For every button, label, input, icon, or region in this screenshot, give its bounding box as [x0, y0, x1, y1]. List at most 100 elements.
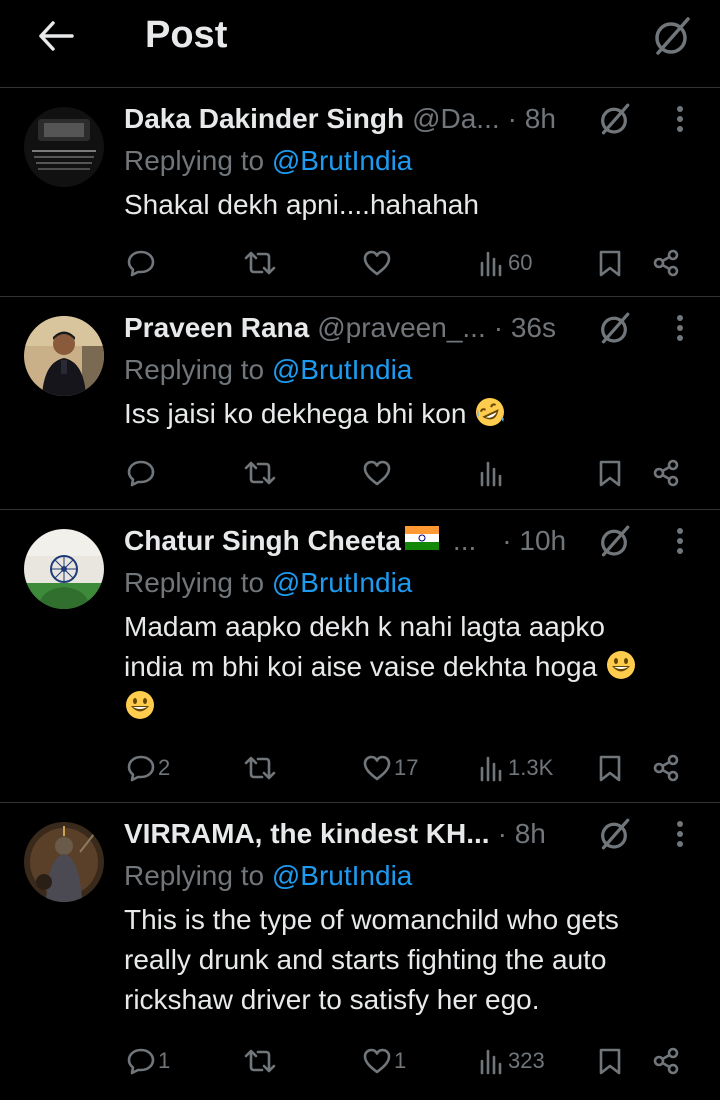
timestamp[interactable]: · 10h — [502, 525, 566, 557]
reply-text: This is the type of womanchild who gets … — [124, 900, 694, 1020]
repost-button[interactable] — [244, 748, 278, 788]
views-button[interactable] — [478, 453, 508, 493]
display-name[interactable]: Chatur Singh Cheeta — [124, 525, 401, 557]
reply-icon — [126, 249, 156, 277]
bookmark-icon[interactable] — [598, 243, 622, 283]
replying-to: Replying to @BrutIndia — [124, 354, 412, 386]
reply-item[interactable]: Daka Dakinder Singh @Da... · 8h Replying… — [0, 89, 720, 297]
reply-item[interactable]: VIRRAMA, the kindest KH... · 8h Replying… — [0, 804, 720, 1100]
views-button[interactable]: 60 — [478, 243, 532, 283]
display-name[interactable]: VIRRAMA, the kindest KH... — [124, 818, 490, 850]
share-icon[interactable] — [652, 748, 680, 788]
mention-link[interactable]: @BrutIndia — [272, 860, 413, 891]
avatar[interactable] — [24, 316, 104, 396]
handle[interactable]: ... — [453, 525, 476, 557]
avatar[interactable] — [24, 107, 104, 187]
grok-icon[interactable] — [594, 101, 634, 137]
bookmark-icon[interactable] — [598, 453, 622, 493]
like-button[interactable]: 1 — [362, 1041, 406, 1081]
avatar[interactable] — [24, 529, 104, 609]
author-row: Chatur Singh Cheeta ... · 10h — [124, 521, 584, 561]
replying-to: Replying to @BrutIndia — [124, 860, 412, 892]
reply-text: Madam aapko dekh k nahi lagta aapko indi… — [124, 607, 694, 727]
reply-button[interactable] — [126, 453, 158, 493]
display-name[interactable]: Daka Dakinder Singh — [124, 103, 404, 135]
avatar[interactable] — [24, 822, 104, 902]
share-icon[interactable] — [652, 243, 680, 283]
views-count: 1.3K — [508, 755, 554, 780]
views-count: 323 — [508, 1048, 545, 1073]
share-icon[interactable] — [652, 453, 680, 493]
more-vertical-icon[interactable] — [664, 101, 696, 137]
like-count: 17 — [394, 755, 419, 780]
views-button[interactable]: 323 — [478, 1041, 545, 1081]
author-row: VIRRAMA, the kindest KH... · 8h — [124, 814, 584, 854]
india-flag-icon — [404, 525, 439, 557]
display-name[interactable]: Praveen Rana — [124, 312, 309, 344]
back-arrow-icon[interactable] — [34, 16, 78, 56]
page-title: Post — [145, 14, 228, 56]
reply-icon — [126, 754, 156, 782]
like-icon — [362, 754, 392, 782]
grok-icon[interactable] — [594, 816, 634, 852]
repost-icon — [244, 459, 276, 487]
timestamp[interactable]: · 36s — [494, 312, 556, 344]
like-count: 1 — [394, 1048, 407, 1073]
like-button[interactable] — [362, 453, 394, 493]
reply-button[interactable]: 1 — [126, 1041, 170, 1081]
author-row: Praveen Rana @praveen_... · 36s — [124, 308, 584, 348]
reply-text: Shakal dekh apni....hahahah — [124, 189, 479, 220]
like-icon — [362, 249, 392, 277]
repost-button[interactable] — [244, 453, 278, 493]
reply-item[interactable]: Praveen Rana @praveen_... · 36s Replying… — [0, 298, 720, 510]
action-bar: 2 17 1.3K — [0, 748, 720, 788]
reply-icon — [126, 459, 156, 487]
timestamp[interactable]: · 8h — [508, 103, 556, 135]
reply-icon — [126, 1047, 156, 1075]
handle[interactable]: @praveen_... — [317, 312, 486, 344]
reply-text-line: Madam aapko dekh k nahi lagta aapko — [124, 611, 605, 642]
repost-icon — [244, 1047, 276, 1075]
like-button[interactable] — [362, 243, 394, 283]
views-button[interactable]: 1.3K — [478, 748, 553, 788]
views-icon — [478, 459, 506, 487]
grinning-emoji-icon — [605, 651, 637, 682]
reply-text-line: rickshaw driver to satisfy her ego. — [124, 984, 540, 1015]
reply-text-line: This is the type of womanchild who gets — [124, 904, 619, 935]
reply-button[interactable] — [126, 243, 158, 283]
views-count: 60 — [508, 250, 533, 275]
grok-icon[interactable] — [594, 310, 634, 346]
bookmark-icon[interactable] — [598, 748, 622, 788]
rofl-emoji-icon — [474, 398, 506, 429]
reply-text-line: india m bhi koi aise vaise dekhta hoga — [124, 651, 598, 682]
grok-icon[interactable] — [646, 14, 696, 58]
action-bar: 60 — [0, 243, 720, 283]
reply-text-content: Iss jaisi ko dekhega bhi kon — [124, 398, 467, 429]
repost-icon — [244, 249, 276, 277]
handle[interactable]: @Da... — [412, 103, 500, 135]
mention-link[interactable]: @BrutIndia — [272, 354, 413, 385]
replying-prefix: Replying to — [124, 860, 272, 891]
reply-button[interactable]: 2 — [126, 748, 170, 788]
more-vertical-icon[interactable] — [664, 310, 696, 346]
replying-prefix: Replying to — [124, 567, 272, 598]
replying-prefix: Replying to — [124, 354, 272, 385]
views-icon — [478, 1047, 506, 1075]
replying-prefix: Replying to — [124, 145, 272, 176]
like-icon — [362, 459, 392, 487]
header: Post — [0, 0, 720, 88]
mention-link[interactable]: @BrutIndia — [272, 145, 413, 176]
more-vertical-icon[interactable] — [664, 523, 696, 559]
mention-link[interactable]: @BrutIndia — [272, 567, 413, 598]
author-row: Daka Dakinder Singh @Da... · 8h — [124, 99, 584, 139]
reply-item[interactable]: Chatur Singh Cheeta ... · 10h Replying t… — [0, 511, 720, 803]
more-vertical-icon[interactable] — [664, 816, 696, 852]
timestamp[interactable]: · 8h — [498, 818, 546, 850]
grok-icon[interactable] — [594, 523, 634, 559]
reply-count: 1 — [158, 1048, 171, 1073]
repost-button[interactable] — [244, 243, 278, 283]
repost-button[interactable] — [244, 1041, 278, 1081]
share-icon[interactable] — [652, 1041, 680, 1081]
bookmark-icon[interactable] — [598, 1041, 622, 1081]
like-button[interactable]: 17 — [362, 748, 418, 788]
